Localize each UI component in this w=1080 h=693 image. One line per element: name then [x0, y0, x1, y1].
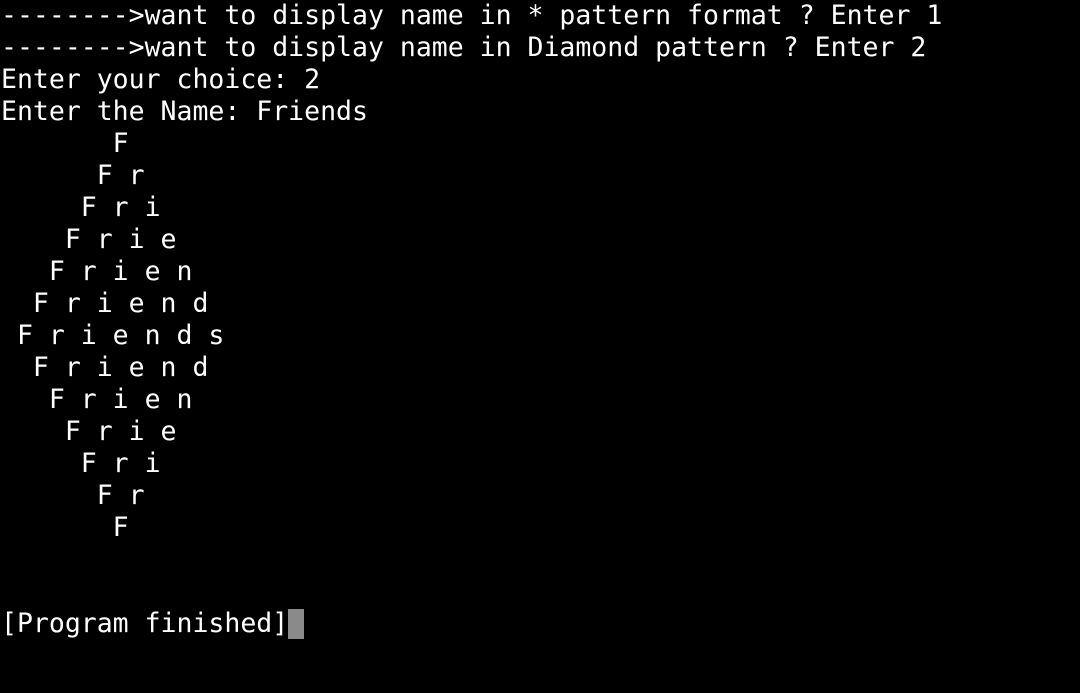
- menu-option-1: -------->want to display name in * patte…: [1, 0, 943, 31]
- pattern-line: F r i e n: [1, 384, 193, 415]
- terminal-output[interactable]: -------->want to display name in * patte…: [0, 0, 1080, 693]
- choice-prompt: Enter your choice: 2: [1, 64, 321, 95]
- pattern-line: F: [1, 512, 129, 543]
- pattern-line: F r i e n: [1, 256, 193, 287]
- pattern-line: F r i e n d: [1, 352, 209, 383]
- status-line: [Program finished]: [1, 608, 1080, 640]
- pattern-line: F r: [1, 160, 145, 191]
- pattern-line: F r i e n d s: [1, 320, 225, 351]
- menu-option-2: -------->want to display name in Diamond…: [1, 32, 927, 63]
- pattern-line: F r i e n d: [1, 288, 209, 319]
- text-cursor[interactable]: [288, 609, 305, 639]
- pattern-line: F r i e: [1, 224, 177, 255]
- pattern-line: F r i e: [1, 416, 177, 447]
- program-status: [Program finished]: [1, 608, 289, 639]
- pattern-line: F r: [1, 480, 145, 511]
- pattern-line: F r i: [1, 448, 161, 479]
- pattern-line: F: [1, 128, 129, 159]
- name-prompt: Enter the Name: Friends: [1, 96, 368, 127]
- pattern-line: F r i: [1, 192, 161, 223]
